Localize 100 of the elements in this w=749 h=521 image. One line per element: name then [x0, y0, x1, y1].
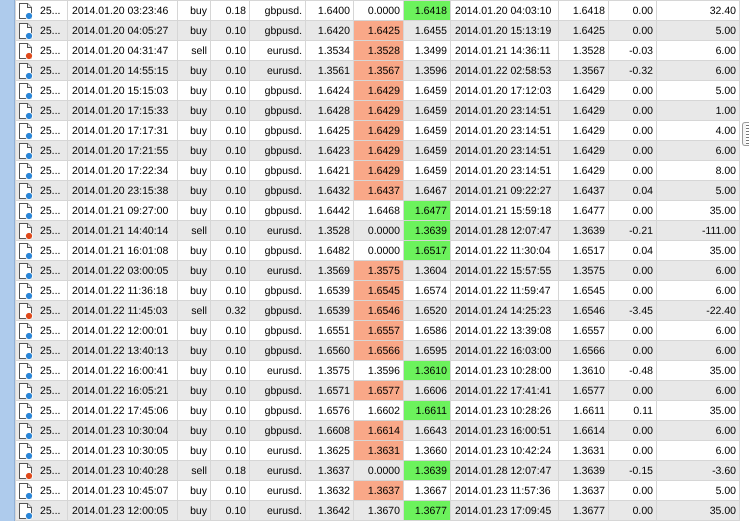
- table-cell: 2014.01.20 15:13:19: [450, 20, 558, 40]
- table-cell: 1.6429: [354, 120, 404, 140]
- table-cell: -111.00: [656, 220, 740, 240]
- ticket-text: 25...: [40, 64, 60, 76]
- table-cell: gbpusd.: [250, 340, 306, 360]
- table-cell: 1.3677: [558, 500, 608, 520]
- ticket-text: 25...: [40, 384, 60, 396]
- table-cell: 0.10: [210, 340, 250, 360]
- table-cell: 0.00: [608, 260, 656, 280]
- table-cell: 1.3567: [558, 60, 608, 80]
- ticket-text: 25...: [40, 24, 60, 36]
- table-cell: 2014.01.22 13:40:13: [68, 340, 178, 360]
- table-cell: buy: [178, 180, 210, 200]
- table-cell: 1.6546: [558, 300, 608, 320]
- table-cell: 2014.01.20 17:15:33: [68, 100, 178, 120]
- ticket-text: 25...: [40, 124, 60, 136]
- table-cell: 2014.01.20 04:05:27: [68, 20, 178, 40]
- table-cell: 2014.01.22 15:57:55: [450, 260, 558, 280]
- table-cell: 0.10: [210, 180, 250, 200]
- table-cell: 6.00: [656, 140, 740, 160]
- ticket-text: 25...: [40, 364, 60, 376]
- table-cell: 1.3596: [404, 60, 450, 80]
- table-cell: 0.00: [608, 500, 656, 520]
- table-cell: 2014.01.23 10:40:28: [68, 460, 178, 480]
- table-cell: eurusd.: [250, 60, 306, 80]
- table-cell: 1.6418: [404, 0, 450, 20]
- ticket-text: 25...: [40, 464, 60, 476]
- table-cell: 1.6577: [354, 380, 404, 400]
- table-cell: 0.04: [608, 180, 656, 200]
- table-cell: 1.6455: [404, 20, 450, 40]
- table-cell: 1.6577: [558, 380, 608, 400]
- table-cell: 1.6432: [306, 180, 354, 200]
- table-cell: buy: [178, 140, 210, 160]
- table-cell: 1.3569: [306, 260, 354, 280]
- table-cell: 2014.01.23 17:09:45: [450, 500, 558, 520]
- table-cell: buy: [178, 100, 210, 120]
- table-cell: 1.6423: [306, 140, 354, 160]
- table-cell: eurusd.: [250, 460, 306, 480]
- table-cell: 0.00: [608, 380, 656, 400]
- table-cell: 1.6429: [558, 140, 608, 160]
- ticket-text: 25...: [40, 404, 60, 416]
- table-cell: 1.6437: [558, 180, 608, 200]
- table-cell: 6.00: [656, 260, 740, 280]
- table-cell: 1.3567: [354, 60, 404, 80]
- table-cell: 1.3639: [404, 220, 450, 240]
- table-cell: 32.40: [656, 0, 740, 20]
- table-cell: 1.3639: [558, 220, 608, 240]
- table-cell: 1.6429: [354, 140, 404, 160]
- ticket-text: 25...: [40, 164, 60, 176]
- table-cell: 1.6467: [404, 180, 450, 200]
- ticket-text: 25...: [40, 504, 60, 516]
- table-cell: 1.3642: [306, 500, 354, 520]
- table-cell: 2014.01.20 23:14:51: [450, 140, 558, 160]
- table-cell: 0.00: [608, 420, 656, 440]
- table-cell: eurusd.: [250, 500, 306, 520]
- table-cell: 1.6437: [354, 180, 404, 200]
- table-cell: 0.10: [210, 220, 250, 240]
- table-cell: 0.10: [210, 500, 250, 520]
- table-cell: 1.6520: [404, 300, 450, 320]
- table-cell: 2014.01.28 12:07:47: [450, 460, 558, 480]
- table-cell: 1.3677: [404, 500, 450, 520]
- table-cell: 5.00: [656, 20, 740, 40]
- table-cell: 1.6643: [404, 420, 450, 440]
- ticket-text: 25...: [40, 204, 60, 216]
- table-cell: 1.6429: [354, 80, 404, 100]
- table-cell: 1.6566: [354, 340, 404, 360]
- table-cell: gbpusd.: [250, 300, 306, 320]
- table-cell: buy: [178, 500, 210, 520]
- ticket-text: 25...: [40, 224, 60, 236]
- table-cell: 2014.01.22 16:05:21: [68, 380, 178, 400]
- table-cell: gbpusd.: [250, 180, 306, 200]
- table-cell: buy: [178, 380, 210, 400]
- splitter-handle[interactable]: [742, 122, 749, 146]
- ticket-text: 25...: [40, 144, 60, 156]
- table-cell: 1.6566: [558, 340, 608, 360]
- table-cell: gbpusd.: [250, 20, 306, 40]
- ticket-text: 25...: [40, 104, 60, 116]
- table-cell: 1.3575: [558, 260, 608, 280]
- table-cell: 1.6611: [404, 400, 450, 420]
- table-cell: 1.3528: [354, 40, 404, 60]
- ticket-text: 25...: [40, 44, 60, 56]
- table-cell: 1.6560: [306, 340, 354, 360]
- table-cell: eurusd.: [250, 260, 306, 280]
- table-cell: 1.6608: [306, 420, 354, 440]
- table-cell: 0.18: [210, 460, 250, 480]
- table-cell: 2014.01.20 14:55:15: [68, 60, 178, 80]
- table-cell: sell: [178, 220, 210, 240]
- table-cell: 1.6614: [558, 420, 608, 440]
- table-cell: sell: [178, 460, 210, 480]
- ticket-text: 25...: [40, 244, 60, 256]
- table-cell: 1.6429: [558, 100, 608, 120]
- ticket-text: 25...: [40, 424, 60, 436]
- table-cell: 0.10: [210, 100, 250, 120]
- table-cell: 1.00: [656, 100, 740, 120]
- ticket-text: 25...: [40, 284, 60, 296]
- ticket-text: 25...: [40, 84, 60, 96]
- table-cell: 0.0000: [354, 460, 404, 480]
- table-cell: 2014.01.20 17:21:55: [68, 140, 178, 160]
- table-cell: 6.00: [656, 380, 740, 400]
- table-cell: -3.45: [608, 300, 656, 320]
